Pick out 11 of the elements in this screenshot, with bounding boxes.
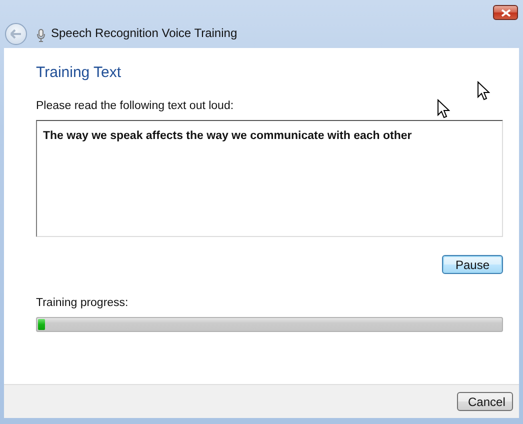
close-icon [500,8,510,16]
training-sentence: The way we speak affects the way we communicate with each other [43,130,412,142]
window-title: Speech Recognition Voice Training [51,26,238,42]
section-heading: Training Text [36,64,122,82]
microphone-icon [37,29,45,42]
cancel-button[interactable]: Cancel [457,392,513,411]
pause-button[interactable]: Pause [442,255,503,274]
close-button[interactable] [493,5,518,20]
progress-label: Training progress: [36,296,130,310]
back-arrow-icon [10,29,22,39]
instruction-text: Please read the following text out loud: [36,99,234,113]
